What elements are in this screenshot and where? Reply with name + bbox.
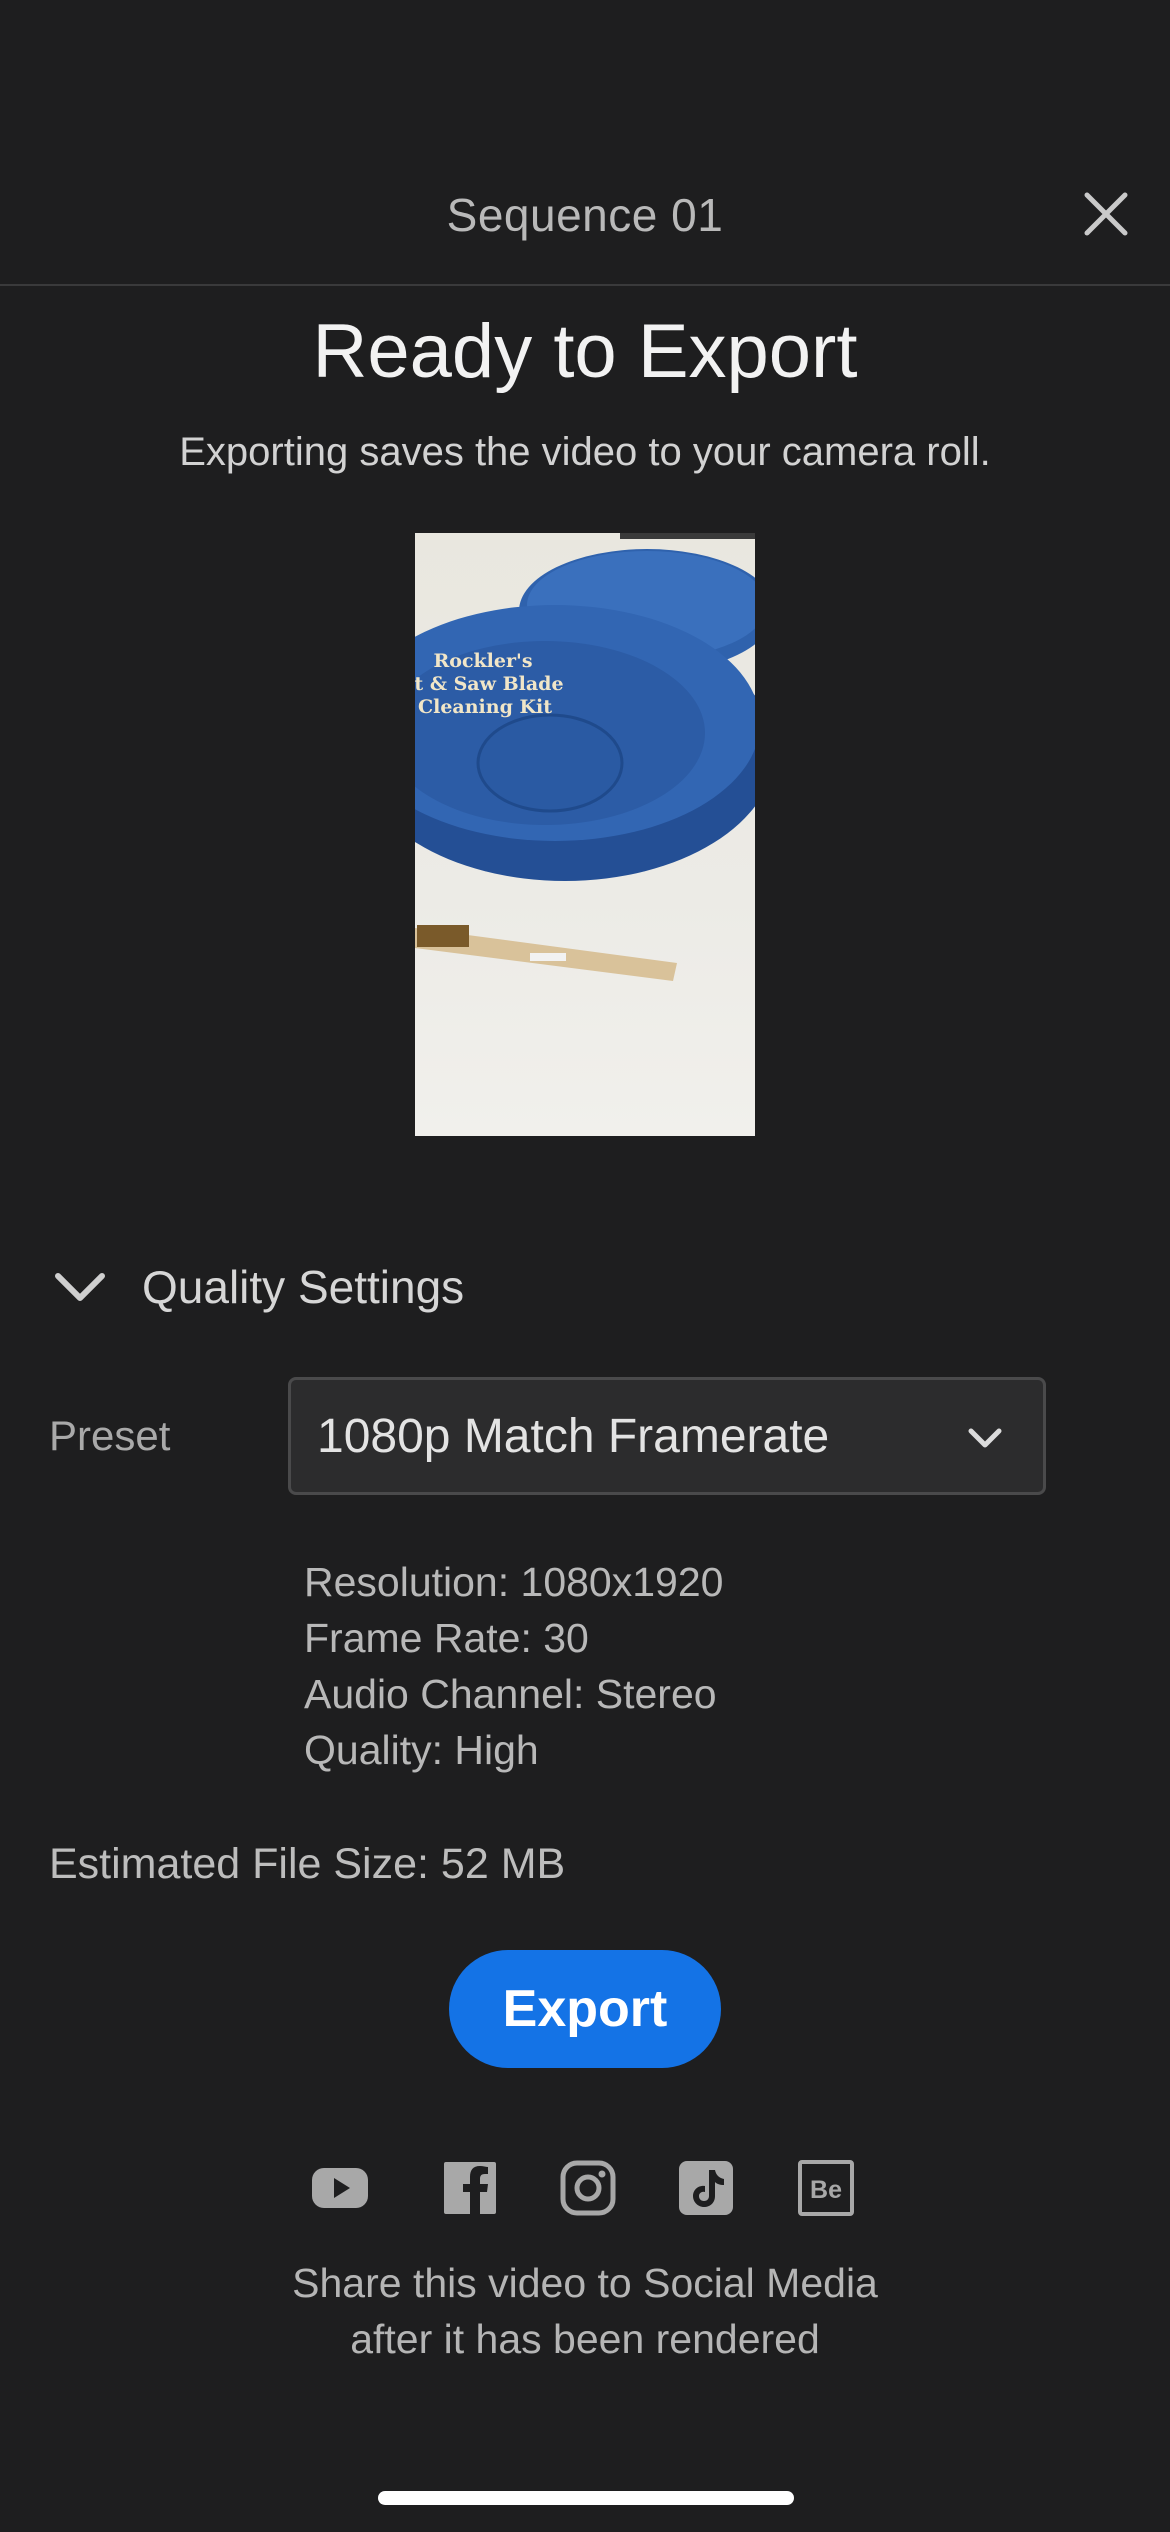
export-screen: Sequence 01 Ready to Export Exporting sa… xyxy=(0,0,1170,2532)
close-button[interactable] xyxy=(1080,188,1132,240)
share-line-2: after it has been rendered xyxy=(350,2316,820,2362)
chevron-down-icon xyxy=(50,1257,110,1317)
youtube-icon[interactable] xyxy=(310,2160,370,2216)
page-subtitle: Exporting saves the video to your camera… xyxy=(179,430,991,474)
video-thumbnail: Rockler's er Bit & Saw Blade Cleaning Ki… xyxy=(415,533,755,1136)
thumbnail-text-line-3: Cleaning Kit xyxy=(418,696,552,718)
share-line-1: Share this video to Social Media xyxy=(292,2260,878,2306)
header-bar: Sequence 01 xyxy=(0,150,1170,286)
svg-text:Be: Be xyxy=(810,2176,842,2204)
facebook-icon[interactable] xyxy=(440,2160,500,2216)
quality-text: Quality: High xyxy=(304,1727,539,1773)
sequence-title: Sequence 01 xyxy=(446,189,724,241)
thumbnail-text-line-1: Rockler's xyxy=(433,650,532,672)
resolution-text: Resolution: 1080x1920 xyxy=(304,1559,724,1605)
quality-settings-toggle[interactable]: Quality Settings xyxy=(50,1255,464,1319)
preset-details: Resolution: 1080x1920 Frame Rate: 30 Aud… xyxy=(304,1554,723,1778)
behance-icon[interactable]: Be xyxy=(796,2160,856,2216)
frame-rate-text: Frame Rate: 30 xyxy=(304,1615,589,1661)
audio-channel-text: Audio Channel: Stereo xyxy=(304,1671,717,1717)
page-title: Ready to Export xyxy=(312,309,858,394)
share-info: Share this video to Social Media after i… xyxy=(0,2255,1170,2367)
export-button[interactable]: Export xyxy=(449,1950,721,2068)
thumbnail-text-line-2: er Bit & Saw Blade xyxy=(415,673,564,695)
preset-value: 1080p Match Framerate xyxy=(317,1409,830,1463)
thumbnail-artwork: Rockler's er Bit & Saw Blade Cleaning Ki… xyxy=(415,533,755,981)
home-indicator[interactable] xyxy=(378,2491,794,2505)
quality-settings-label: Quality Settings xyxy=(142,1261,465,1313)
preset-label: Preset xyxy=(49,1412,171,1459)
chevron-down-icon xyxy=(968,1428,1002,1448)
close-icon xyxy=(1084,192,1128,236)
instagram-icon[interactable] xyxy=(558,2160,618,2216)
social-share-icons: Be xyxy=(310,2160,860,2216)
estimated-file-size: Estimated File Size: 52 MB xyxy=(49,1840,566,1888)
preset-dropdown[interactable]: 1080p Match Framerate xyxy=(288,1377,1046,1495)
tiktok-icon[interactable] xyxy=(676,2160,736,2216)
